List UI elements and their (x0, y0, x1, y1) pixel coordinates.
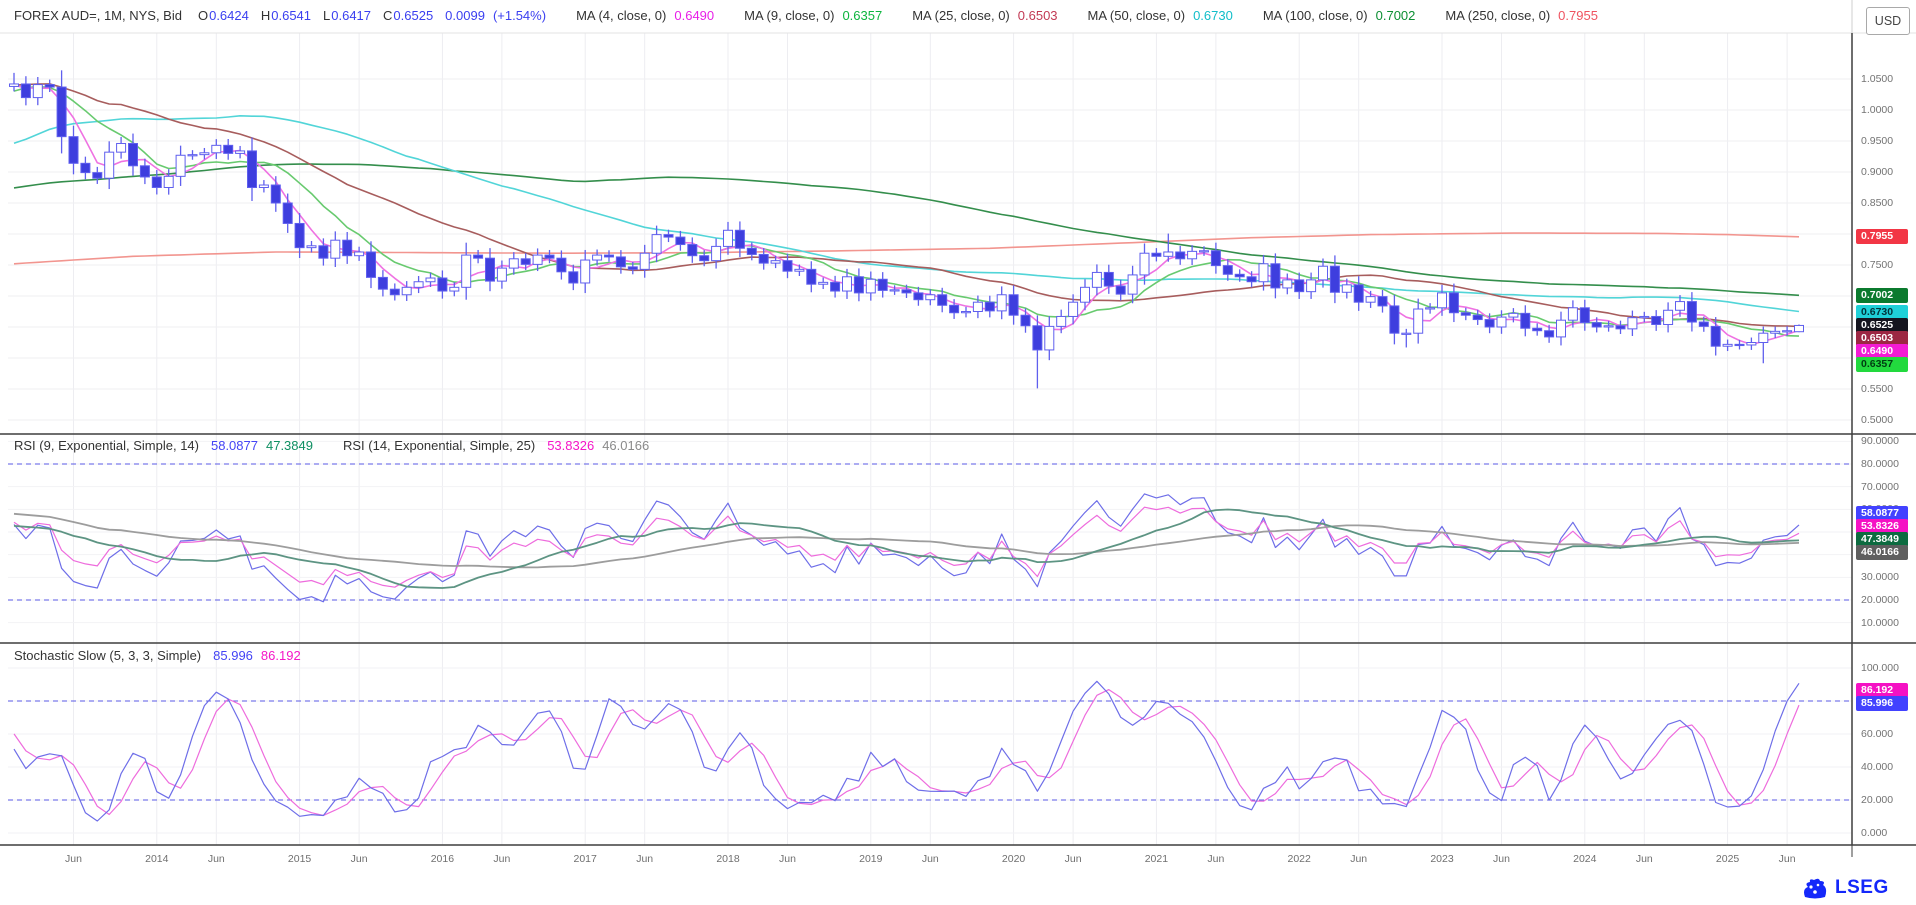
axis-tick-label: 1.0500 (1861, 73, 1893, 85)
ma250-line (14, 233, 1799, 264)
ma-legend-value: 0.7002 (1376, 8, 1416, 23)
x-axis-label: 2024 (1573, 853, 1596, 865)
rsi1-label[interactable]: RSI (9, Exponential, Simple, 14) (14, 438, 199, 453)
change-value: 0.0099 (445, 8, 485, 23)
stoch-d-value: 86.192 (261, 648, 301, 663)
x-axis-label: Jun (1779, 853, 1796, 865)
price-badge: 0.6357 (1856, 357, 1908, 372)
x-axis-label: Jun (1207, 853, 1224, 865)
currency-selector-button[interactable]: USD (1866, 7, 1910, 35)
ma-lines-layer (14, 84, 1799, 345)
lseg-lion-crest-icon (1800, 876, 1830, 900)
chart-application: FOREX AUD=, 1M, NYS, Bid O0.6424 H0.6541… (0, 0, 1916, 905)
axis-tick-label: 0.9500 (1861, 135, 1893, 147)
high-label: H (261, 8, 270, 23)
ma-legend-label[interactable]: MA (9, close, 0) (744, 8, 834, 23)
open-value: 0.6424 (209, 8, 249, 23)
rsi2-ma-value: 46.0166 (602, 438, 649, 453)
ma-legend-value: 0.6490 (674, 8, 714, 23)
x-axis-label: 2021 (1145, 853, 1168, 865)
ma-legend-label[interactable]: MA (250, close, 0) (1445, 8, 1550, 23)
logo-text: LSEG (1835, 877, 1889, 899)
stoch-label[interactable]: Stochastic Slow (5, 3, 3, Simple) (14, 648, 201, 663)
axis-tick-label: 1.0000 (1861, 104, 1893, 116)
close-label: C (383, 8, 392, 23)
rsi-legend[interactable]: RSI (9, Exponential, Simple, 14) 58.0877… (14, 438, 649, 453)
open-label: O (198, 8, 208, 23)
x-axis-label: 2025 (1716, 853, 1739, 865)
ma-legend-value: 0.7955 (1558, 8, 1598, 23)
rsi2-label[interactable]: RSI (14, Exponential, Simple, 25) (343, 438, 535, 453)
x-axis-label: 2017 (574, 853, 597, 865)
x-axis-label: 2020 (1002, 853, 1025, 865)
axis-tick-label: 80.0000 (1861, 458, 1899, 470)
axis-tick-label: 0.5500 (1861, 383, 1893, 395)
axis-tick-label: 10.0000 (1861, 617, 1899, 629)
ma-legend[interactable]: MA (4, close, 0) 0.6490 MA (9, close, 0) 0.… (576, 8, 1598, 23)
change-percent: (+1.54%) (493, 8, 546, 23)
ma-legend-value: 0.6730 (1193, 8, 1233, 23)
axis-tick-label: 70.0000 (1861, 481, 1899, 493)
x-axis-label: 2014 (145, 853, 168, 865)
ma100-line (14, 164, 1799, 295)
x-axis-label: Jun (1350, 853, 1367, 865)
close-value: 0.6525 (393, 8, 433, 23)
panel-borders (0, 0, 1916, 857)
ma-legend-label[interactable]: MA (50, close, 0) (1088, 8, 1186, 23)
x-axis-label: 2022 (1288, 853, 1311, 865)
x-axis-label: 2015 (288, 853, 311, 865)
stoch-k-value: 85.996 (213, 648, 253, 663)
x-axis-label: 2016 (431, 853, 454, 865)
lseg-branding: LSEG (1800, 876, 1889, 900)
axis-tick-label: 0.5000 (1861, 414, 1893, 426)
x-axis-label: Jun (1636, 853, 1653, 865)
rsi1-value: 58.0877 (211, 438, 258, 453)
low-value: 0.6417 (331, 8, 371, 23)
x-axis-label: 2018 (716, 853, 739, 865)
main-legend[interactable]: FOREX AUD=, 1M, NYS, Bid O0.6424 H0.6541… (14, 8, 1598, 23)
ma-legend-label[interactable]: MA (25, close, 0) (912, 8, 1010, 23)
axis-tick-label: 0.7500 (1861, 259, 1893, 271)
rsi-lines-layer (14, 494, 1799, 602)
x-axis-label: Jun (922, 853, 939, 865)
price-badge: 46.0166 (1856, 545, 1908, 560)
x-axis-label: Jun (351, 853, 368, 865)
x-axis-label: 2019 (859, 853, 882, 865)
axis-tick-label: 0.000 (1861, 827, 1887, 839)
x-axis-label: Jun (1493, 853, 1510, 865)
stoch-legend[interactable]: Stochastic Slow (5, 3, 3, Simple) 85.996… (14, 648, 301, 663)
axis-tick-label: 30.0000 (1861, 571, 1899, 583)
axis-tick-label: 60.000 (1861, 728, 1893, 740)
x-axis-label: Jun (1065, 853, 1082, 865)
axis-tick-label: 100.000 (1861, 662, 1899, 674)
ma-legend-value: 0.6357 (842, 8, 882, 23)
rsi1-ma-value: 47.3849 (266, 438, 313, 453)
axis-tick-label: 0.9000 (1861, 166, 1893, 178)
ma-legend-label[interactable]: MA (100, close, 0) (1263, 8, 1368, 23)
axis-tick-label: 20.000 (1861, 794, 1893, 806)
x-axis-label: Jun (493, 853, 510, 865)
axis-tick-label: 90.0000 (1861, 435, 1899, 447)
axis-tick-label: 20.0000 (1861, 594, 1899, 606)
instrument-title[interactable]: FOREX AUD=, 1M, NYS, Bid (14, 8, 182, 23)
axis-tick-label: 40.000 (1861, 761, 1893, 773)
ma4-line (14, 85, 1799, 344)
ma-legend-label[interactable]: MA (4, close, 0) (576, 8, 666, 23)
axis-tick-label: 0.8500 (1861, 197, 1893, 209)
high-value: 0.6541 (271, 8, 311, 23)
price-badge: 0.7002 (1856, 288, 1908, 303)
x-axis-label: 2023 (1430, 853, 1453, 865)
rsi2-value: 53.8326 (547, 438, 594, 453)
ma9-line (14, 87, 1799, 337)
price-badge: 85.996 (1856, 696, 1908, 711)
low-label: L (323, 8, 330, 23)
x-axis-label: Jun (636, 853, 653, 865)
x-axis-label: Jun (65, 853, 82, 865)
price-badge: 0.7955 (1856, 229, 1908, 244)
ma-legend-value: 0.6503 (1018, 8, 1058, 23)
x-axis-label: Jun (779, 853, 796, 865)
x-axis-label: Jun (208, 853, 225, 865)
